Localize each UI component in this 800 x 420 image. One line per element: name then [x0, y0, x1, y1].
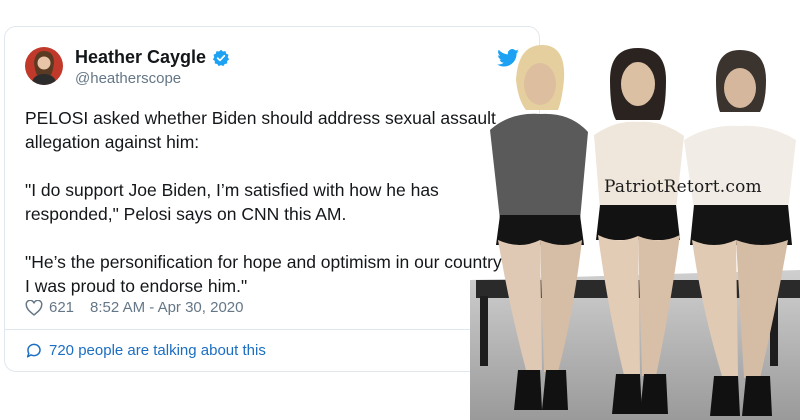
- tweet-text: PELOSI asked whether Biden should addres…: [25, 106, 502, 322]
- author-name-text[interactable]: Heather Caygle: [75, 47, 206, 68]
- talking-link[interactable]: 720 people are talking about this: [25, 341, 266, 359]
- tweet-paragraph: PELOSI asked whether Biden should addres…: [25, 106, 496, 154]
- tweet-line: responded," Pelosi says on CNN this AM.: [25, 204, 347, 224]
- tweet-meta: 621 8:52 AM - Apr 30, 2020: [25, 299, 243, 316]
- tweet-line: allegation against him:: [25, 132, 200, 152]
- tweet-line: I was proud to endorse him.": [25, 276, 248, 296]
- author-name[interactable]: Heather Caygle: [75, 47, 230, 68]
- tweet-paragraph: "I do support Joe Biden, I’m satisfied w…: [25, 178, 495, 226]
- heart-icon[interactable]: [25, 299, 43, 316]
- chat-bubble-icon: [26, 343, 41, 358]
- divider: [5, 329, 539, 330]
- like-count[interactable]: 621: [49, 299, 74, 316]
- tweet-line: "He’s the personification for hope and o…: [25, 252, 502, 272]
- watermark: PatriotRetort.com: [604, 177, 762, 197]
- verified-badge-icon: [212, 49, 230, 66]
- avatar[interactable]: [25, 47, 63, 85]
- meme-photo: [470, 45, 800, 420]
- tweet-paragraph: "He’s the personification for hope and o…: [25, 250, 502, 298]
- tweet-card: Heather Caygle @heatherscope PELOSI aske…: [4, 26, 540, 372]
- author-handle[interactable]: @heatherscope: [75, 70, 181, 87]
- tweet-line: PELOSI asked whether Biden should addres…: [25, 108, 496, 128]
- tweet-line: "I do support Joe Biden, I’m satisfied w…: [25, 180, 439, 200]
- talking-text[interactable]: 720 people are talking about this: [49, 342, 266, 359]
- tweet-timestamp[interactable]: 8:52 AM - Apr 30, 2020: [90, 299, 243, 316]
